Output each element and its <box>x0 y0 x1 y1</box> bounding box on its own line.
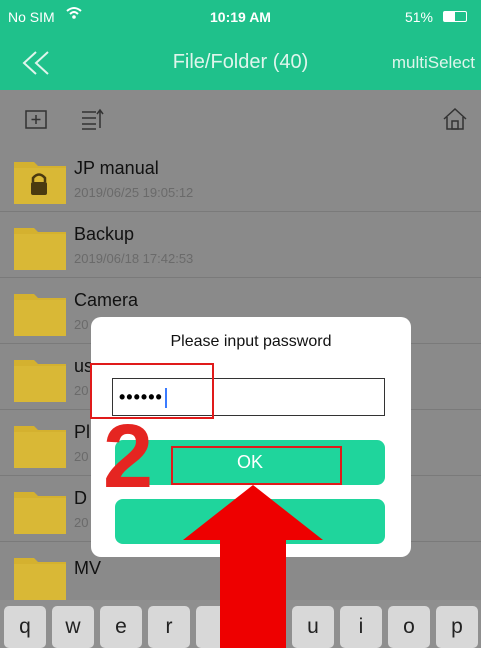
new-folder-icon[interactable] <box>24 108 50 130</box>
key-o[interactable]: o <box>388 606 430 648</box>
file-name: Backup <box>74 224 135 244</box>
list-item[interactable]: JP manual 2019/06/25 19:05:12 <box>0 146 481 212</box>
file-date: 20 <box>74 383 89 398</box>
key-i[interactable]: i <box>340 606 382 648</box>
key-q[interactable]: q <box>4 606 46 648</box>
up-arrow-annotation <box>183 485 323 648</box>
folder-icon <box>14 294 66 336</box>
locked-folder-icon <box>14 162 66 204</box>
folder-icon <box>14 228 66 270</box>
ok-highlight-box <box>171 446 342 485</box>
battery-percent: 51% <box>404 9 433 25</box>
folder-icon <box>14 492 66 534</box>
list-item[interactable]: Backup 2019/06/18 17:42:53 <box>0 212 481 278</box>
key-p[interactable]: p <box>436 606 478 648</box>
folder-icon <box>14 426 66 468</box>
file-date: 20 <box>74 317 89 332</box>
file-name: Camera <box>74 290 139 310</box>
nav-bar: File/Folder (40) multiSelect <box>0 34 481 90</box>
folder-icon <box>14 558 66 600</box>
file-name: Pl <box>74 422 91 442</box>
toolbar <box>0 90 481 146</box>
step-number: 2 <box>103 407 154 507</box>
status-bar: No SIM 10:19 AM 51% <box>0 0 481 34</box>
file-name: MV <box>74 558 101 578</box>
file-date: 2019/06/25 19:05:12 <box>74 185 194 200</box>
dialog-prompt: Please input password <box>170 333 332 350</box>
sort-icon[interactable] <box>80 108 106 130</box>
file-name: JP manual <box>74 158 159 178</box>
key-e[interactable]: e <box>100 606 142 648</box>
key-w[interactable]: w <box>52 606 94 648</box>
home-icon[interactable] <box>442 108 468 130</box>
file-name: D <box>74 488 87 508</box>
multi-select-button[interactable]: multiSelect <box>392 53 475 73</box>
battery-icon <box>443 11 467 22</box>
file-date: 20 <box>74 449 89 464</box>
folder-icon <box>14 360 66 402</box>
file-date: 2019/06/18 17:42:53 <box>74 251 194 266</box>
file-date: 20 <box>74 515 89 530</box>
